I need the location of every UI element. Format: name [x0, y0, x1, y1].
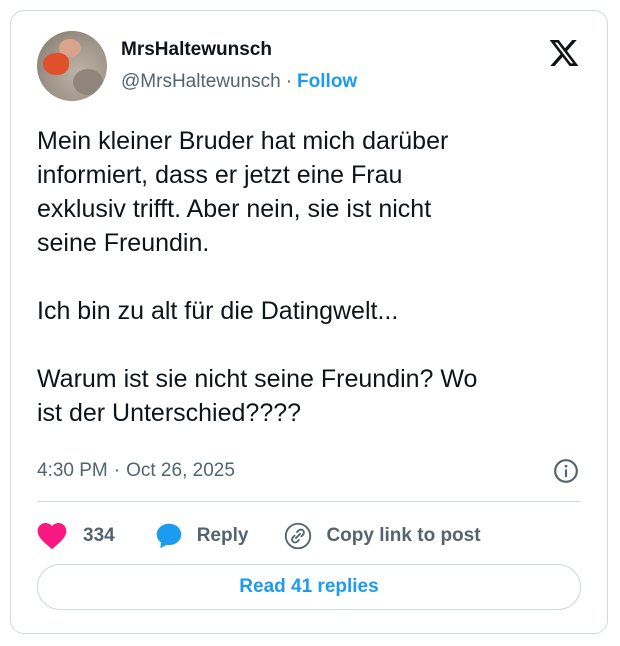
- follow-link[interactable]: Follow: [297, 71, 357, 92]
- info-icon[interactable]: [553, 458, 579, 484]
- author-handle-row: @MrsHaltewunsch · Follow: [121, 71, 357, 93]
- author-display-name[interactable]: MrsHaltewunsch: [121, 39, 272, 61]
- tweet-date: Oct 26, 2025: [126, 460, 235, 481]
- like-button[interactable]: 334: [37, 522, 115, 550]
- reply-label: Reply: [196, 525, 249, 546]
- tweet-card: MrsHaltewunsch @MrsHaltewunsch · Follow Me…: [10, 10, 608, 634]
- x-logo-icon[interactable]: [547, 37, 581, 69]
- tweet-time: 4:30 PM: [37, 460, 108, 481]
- separator-dot: ·: [113, 460, 121, 481]
- author-handle[interactable]: @MrsHaltewunsch: [121, 71, 281, 92]
- like-count: 334: [83, 525, 115, 546]
- link-icon: [285, 522, 312, 550]
- copy-link-label: Copy link to post: [326, 525, 481, 546]
- reply-button[interactable]: Reply: [155, 522, 249, 550]
- heart-icon: [37, 523, 67, 550]
- action-bar: 334 Reply Copy link to post: [37, 519, 481, 553]
- speech-bubble-icon: [156, 523, 181, 549]
- copy-link-button[interactable]: Copy link to post: [284, 522, 481, 550]
- tweet-timestamp[interactable]: 4:30 PM · Oct 26, 2025: [37, 460, 235, 482]
- separator-dot: ·: [285, 71, 293, 92]
- read-replies-button[interactable]: Read 41 replies: [37, 564, 581, 610]
- tweet-text: Mein kleiner Bruder hat mich darüber inf…: [37, 127, 478, 427]
- divider: [37, 501, 581, 502]
- avatar[interactable]: [37, 31, 107, 101]
